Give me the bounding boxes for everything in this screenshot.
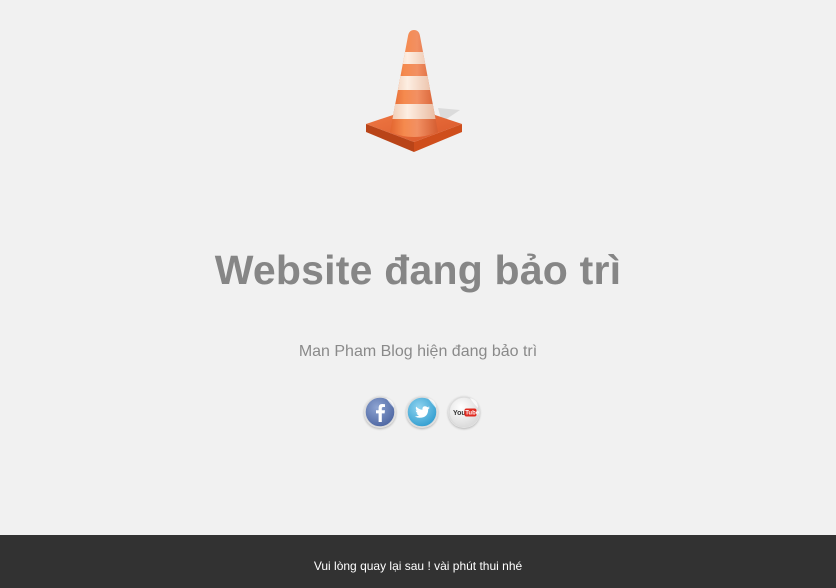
footer-message: Vui lòng quay lại sau ! vài phút thui nh… [313, 559, 523, 573]
maintenance-page: Website đang bảo trì Man Pham Blog hiện … [0, 0, 836, 588]
twitter-icon [406, 396, 438, 428]
page-title: Website đang bảo trì [214, 247, 622, 293]
facebook-button[interactable] [364, 396, 396, 428]
maintenance-message: Man Pham Blog hiện đang bảo trì [298, 343, 538, 360]
footer: Vui lòng quay lại sau ! vài phút thui nh… [0, 535, 836, 588]
youtube-button[interactable]: You Tube [448, 396, 480, 428]
traffic-cone-icon [366, 30, 462, 152]
svg-text:Tube: Tube [465, 411, 480, 417]
twitter-button[interactable] [406, 396, 438, 428]
facebook-icon [364, 396, 396, 428]
social-links: You Tube [364, 396, 480, 428]
youtube-icon: You Tube [448, 396, 480, 428]
youtube-logo-text: You [453, 410, 466, 417]
